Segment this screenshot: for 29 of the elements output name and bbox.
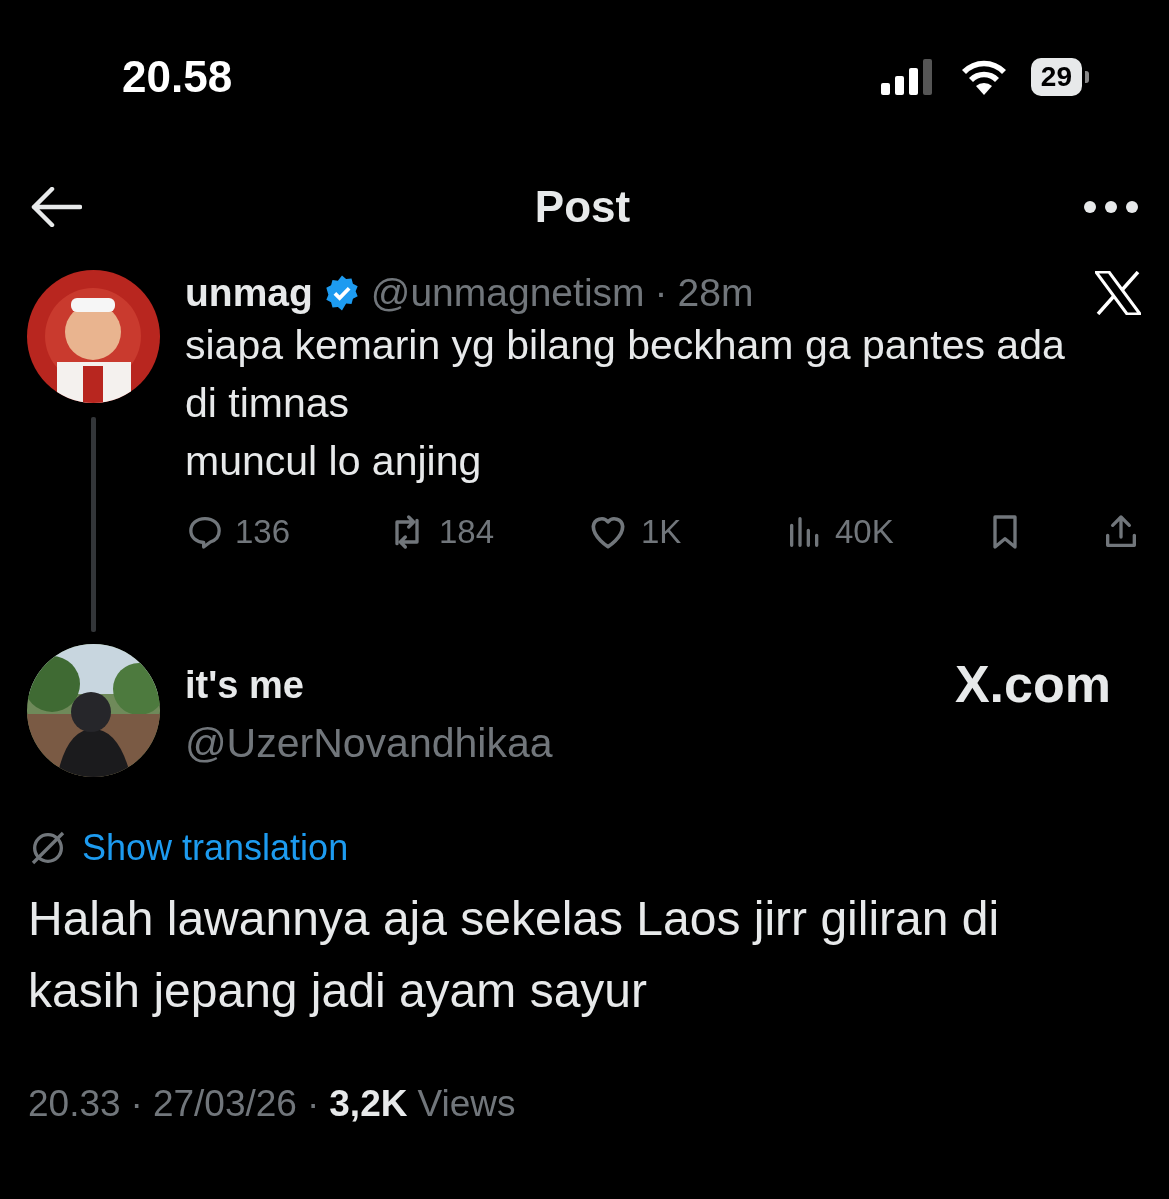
view-count: 3,2K bbox=[329, 1083, 408, 1125]
reply-count: 136 bbox=[235, 513, 291, 551]
author-name[interactable]: unmag bbox=[185, 271, 313, 315]
brand-watermark: X.com bbox=[954, 654, 1112, 715]
views-label: Views bbox=[417, 1083, 516, 1125]
post-date: 27/03/26 bbox=[152, 1083, 297, 1125]
battery-indicator: 29 bbox=[1030, 58, 1089, 96]
reply-text: kasih jepang jadi ayam sayur bbox=[28, 963, 648, 1019]
post-text: di timnas bbox=[185, 379, 351, 428]
page-title: Post bbox=[533, 182, 632, 232]
author-handle[interactable]: @UzerNovandhikaa bbox=[185, 720, 955, 767]
show-translation-link[interactable]: Show translation bbox=[82, 827, 349, 869]
back-arrow-icon[interactable] bbox=[30, 187, 82, 227]
author-name[interactable]: it's me bbox=[185, 664, 955, 720]
x-logo-icon bbox=[1095, 271, 1141, 315]
post-text: siapa kemarin yg bilang beckham ga pantes ada bbox=[185, 321, 1066, 370]
separator-dot: · bbox=[654, 271, 668, 315]
separator-dot: · bbox=[130, 1083, 143, 1125]
post-text: muncul lo anjing bbox=[185, 437, 483, 486]
reply-text: Halah lawannya aja sekelas Laos jirr giliran di bbox=[28, 891, 1001, 947]
like-count: 1K bbox=[641, 513, 682, 551]
separator-dot: · bbox=[306, 1083, 320, 1125]
clock-time: 20.58 bbox=[122, 52, 234, 102]
view-count: 40K bbox=[835, 513, 894, 551]
repost-count: 184 bbox=[439, 513, 495, 551]
post-time: 20.33 bbox=[28, 1083, 121, 1125]
more-options-icon[interactable] bbox=[1083, 200, 1139, 214]
author-handle[interactable]: @unmagnetism bbox=[370, 271, 645, 315]
post-time: 28m bbox=[677, 271, 754, 315]
